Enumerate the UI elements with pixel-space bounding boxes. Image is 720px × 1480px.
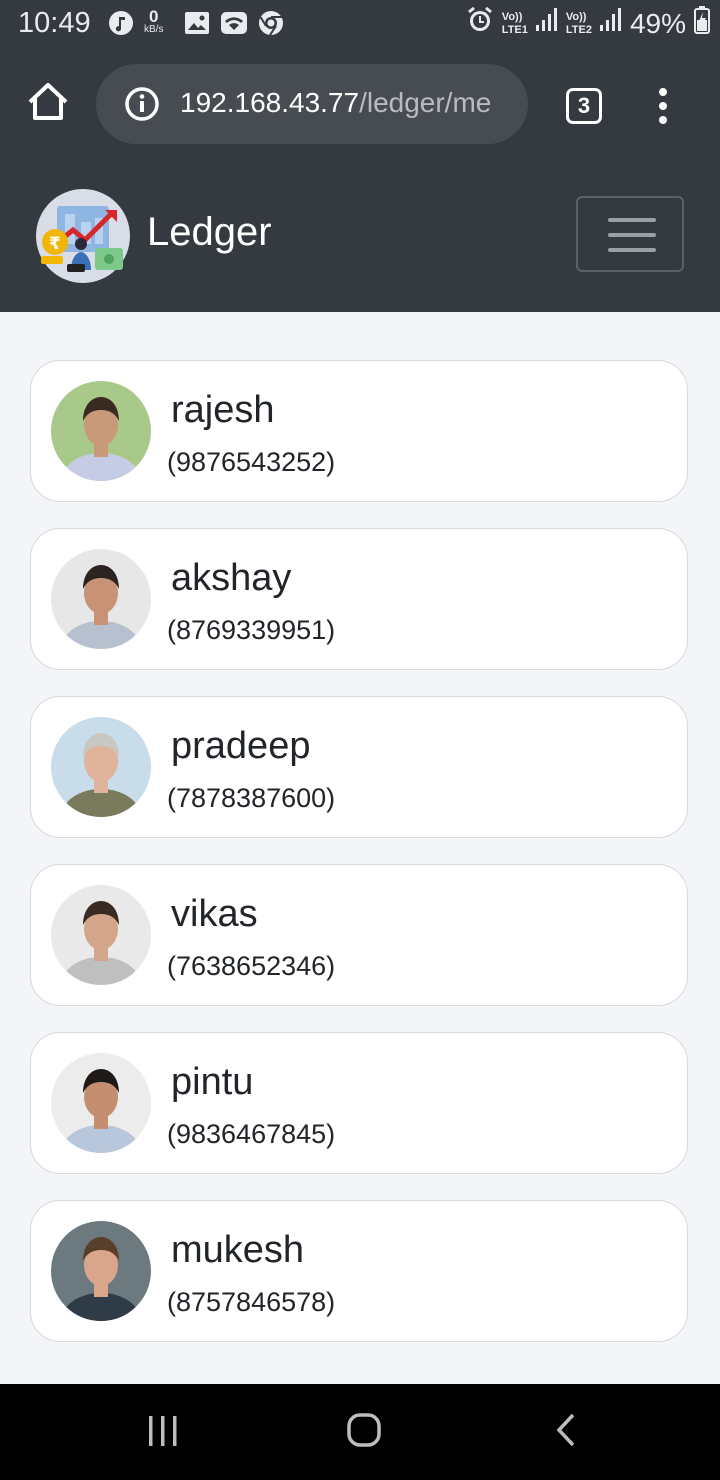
contact-name: akshay — [171, 557, 292, 599]
contact-card[interactable]: rajesh (9876543252) — [30, 360, 688, 502]
avatar — [51, 717, 151, 817]
avatar — [51, 885, 151, 985]
chrome-icon — [258, 10, 284, 36]
contact-card[interactable]: pintu (9836467845) — [30, 1032, 688, 1174]
contact-phone: (7638652346) — [167, 951, 336, 981]
contact-card[interactable]: mukesh (8757846578) — [30, 1200, 688, 1342]
contact-name: pradeep — [171, 725, 311, 767]
avatar — [51, 549, 151, 649]
data-speed-icon: 0 kB/s — [144, 7, 164, 35]
app-navbar: ₹ Ledger — [0, 160, 720, 312]
contact-card[interactable]: vikas (7638652346) — [30, 864, 688, 1006]
contact-phone: (8757846578) — [167, 1287, 336, 1317]
avatar — [51, 381, 151, 481]
home-icon[interactable] — [24, 78, 72, 126]
contact-name: vikas — [171, 893, 258, 935]
battery-icon — [694, 6, 710, 41]
signal-icon — [599, 7, 622, 40]
contact-name: rajesh — [171, 389, 275, 431]
sim2-indicator: Vo)) LTE2 — [565, 11, 592, 36]
ledger-logo[interactable]: ₹ — [35, 188, 131, 284]
hamburger-line — [608, 248, 656, 252]
home-circle-icon[interactable] — [346, 1412, 382, 1453]
url-text[interactable]: 192.168.43.77/ledger/me — [180, 87, 510, 119]
battery-percent: 49% — [629, 7, 686, 39]
back-icon[interactable] — [552, 1412, 580, 1453]
hamburger-line — [608, 233, 656, 237]
more-options-icon[interactable] — [652, 86, 674, 126]
gallery-icon — [184, 10, 210, 36]
hamburger-line — [608, 218, 656, 222]
sim1-indicator: Vo)) LTE1 — [501, 11, 528, 36]
contact-phone: (9876543252) — [167, 447, 336, 477]
signal-icon — [535, 7, 558, 40]
status-time: 10:49 — [18, 7, 91, 39]
contact-phone: (7878387600) — [167, 783, 336, 813]
navbar-toggler-button[interactable] — [576, 196, 684, 272]
avatar — [51, 1053, 151, 1153]
contact-card[interactable]: akshay (8769339951) — [30, 528, 688, 670]
status-bar: 10:49 0 kB/s Vo)) LTE1 Vo)) LTE2 49% — [0, 0, 720, 48]
alarm-icon — [466, 6, 494, 41]
contact-name: mukesh — [171, 1229, 305, 1271]
contact-name: pintu — [171, 1061, 254, 1103]
avatar — [51, 1221, 151, 1321]
info-icon[interactable] — [124, 86, 160, 122]
music-icon — [108, 10, 134, 36]
contact-card[interactable]: pradeep (7878387600) — [30, 696, 688, 838]
brand-title[interactable]: Ledger — [147, 210, 272, 255]
contact-phone: (9836467845) — [167, 1119, 336, 1149]
recent-apps-icon[interactable] — [146, 1414, 180, 1453]
contact-phone: (8769339951) — [167, 615, 336, 645]
browser-toolbar: 192.168.43.77/ledger/me 3 — [0, 48, 720, 160]
system-navigation-bar — [0, 1384, 720, 1480]
wifi-icon — [220, 10, 248, 36]
svg-text:₹: ₹ — [49, 234, 61, 254]
address-bar[interactable]: 192.168.43.77/ledger/me — [96, 64, 528, 144]
tab-switcher-button[interactable]: 3 — [566, 88, 602, 124]
contact-list: rajesh (9876543252) akshay (8769339951) … — [0, 312, 720, 1384]
